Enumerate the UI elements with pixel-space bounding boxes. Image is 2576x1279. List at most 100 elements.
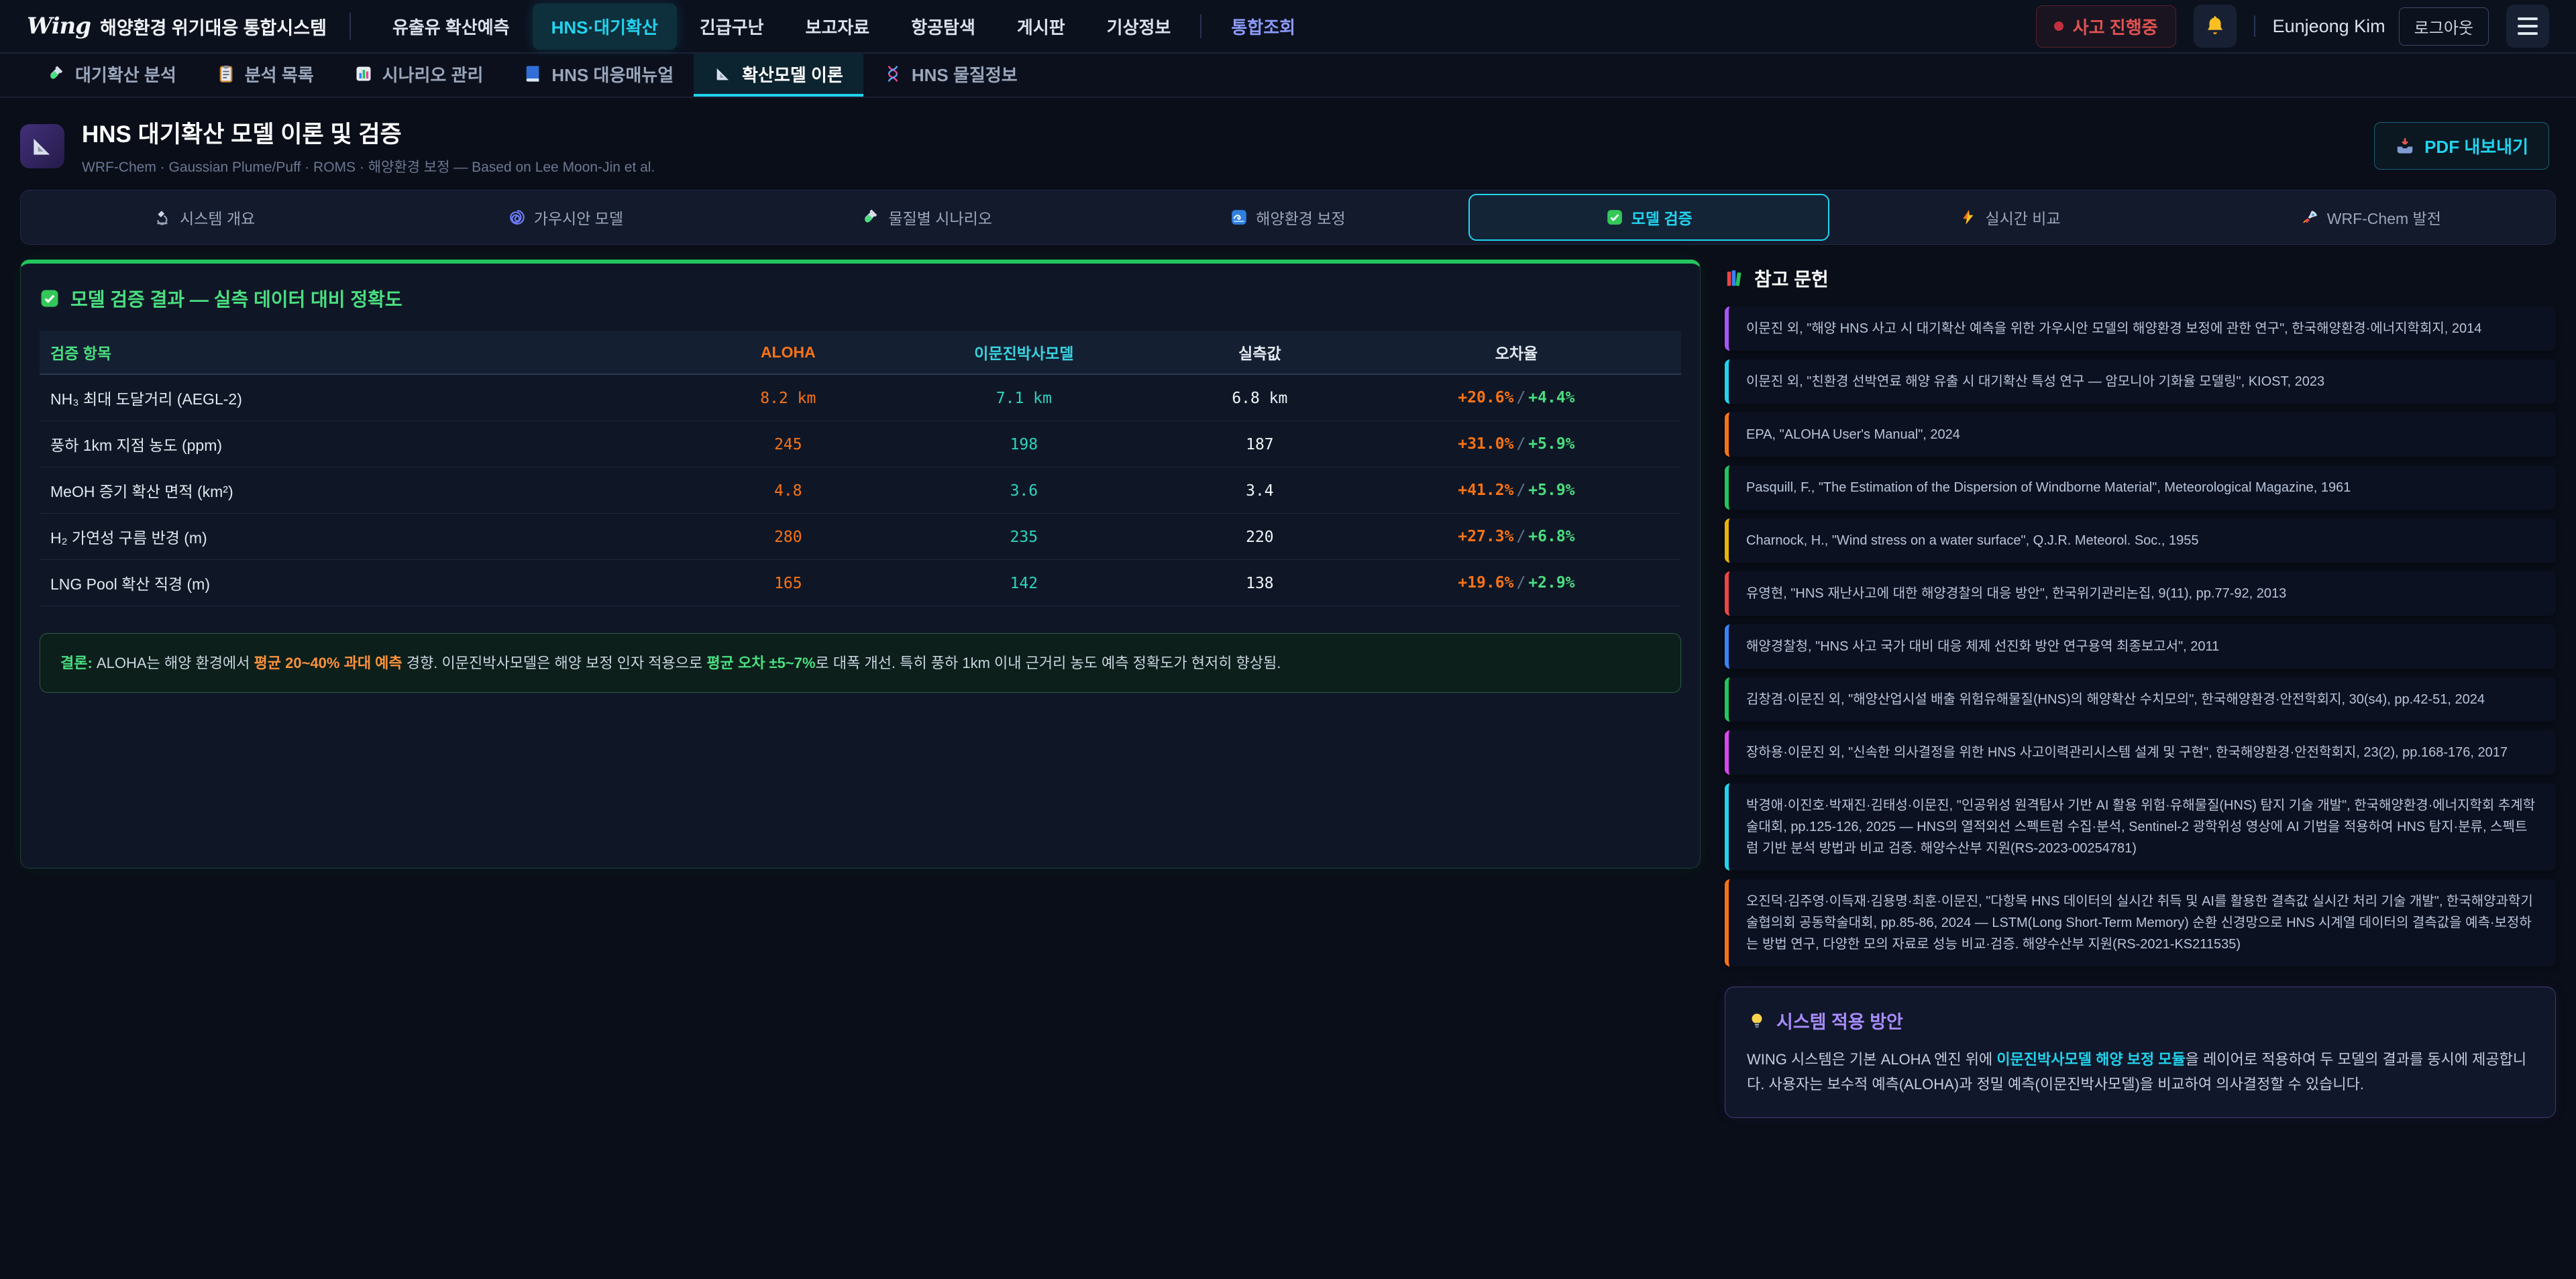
table-cell: 142 — [880, 560, 1168, 606]
reference-item: 이문진 외, "친환경 선박연료 해양 유출 시 대기확산 특성 연구 — 암모… — [1725, 359, 2556, 404]
table-cell: 3.4 — [1168, 467, 1352, 514]
error-rate-cell: +31.0%/+5.9% — [1352, 421, 1681, 467]
section-tab-label: 실시간 비교 — [1985, 206, 2060, 229]
table-row: NH₃ 최대 도달거리 (AEGL-2)8.2 km7.1 km6.8 km+2… — [40, 374, 1681, 421]
logo-wing-mark: Wing — [27, 13, 91, 40]
text-segment: 평균 20~40% 과대 예측 — [254, 655, 402, 671]
lightning-icon — [1960, 209, 1977, 226]
section-tab-label: 가우시안 모델 — [534, 206, 623, 229]
text-segment: 결론: — [60, 655, 93, 671]
books-icon — [1725, 268, 1745, 288]
table-cell: 138 — [1168, 560, 1352, 606]
main-content: 모델 검증 결과 — 실측 데이터 대비 정확도 검증 항목ALOHA이문진박사… — [0, 245, 2576, 1118]
subnav-item[interactable]: 분석 목록 — [197, 54, 334, 97]
text-segment: 평균 오차 ±5~7% — [706, 655, 815, 671]
section-tabstrip: 시스템 개요 가우시안 모델 물질별 시나리오 해양환경 보정 모델 검증 실시간 비교 W… — [20, 190, 2556, 245]
section-tab-label: WRF-Chem 발전 — [2327, 206, 2441, 229]
references-title: 참고 문헌 — [1725, 265, 2556, 292]
table-cell: 4.8 — [696, 467, 880, 514]
subnav-item-label: 대기확산 분석 — [75, 62, 176, 87]
error-rate-cell: +27.3%/+6.8% — [1352, 514, 1681, 560]
subnav-item-label: HNS 물질정보 — [912, 62, 1018, 87]
nav-item[interactable]: 항공탐색 — [892, 3, 994, 50]
microscope-icon — [154, 209, 172, 226]
error-rate-cell: +20.6%/+4.4% — [1352, 374, 1681, 421]
text-segment: WING 시스템은 기본 ALOHA 엔진 위에 — [1747, 1051, 1996, 1068]
section-tab[interactable]: 모델 검증 — [1468, 194, 1829, 241]
subnav-item-label: HNS 대응매뉴얼 — [551, 62, 674, 87]
system-application-body: WING 시스템은 기본 ALOHA 엔진 위에 이문진박사모델 해양 보정 모… — [1747, 1047, 2534, 1097]
system-application-title: 시스템 적용 방안 — [1747, 1007, 2534, 1034]
section-tab[interactable]: 가우시안 모델 — [385, 194, 746, 241]
error-rate-cell: +41.2%/+5.9% — [1352, 467, 1681, 514]
lightbulb-icon — [1747, 1011, 1767, 1031]
nav-item[interactable]: HNS·대기확산 — [533, 3, 677, 50]
text-segment: 경향. 이문진박사모델은 해양 보정 인자 적용으로 — [402, 655, 707, 671]
table-column-header: 오차율 — [1352, 331, 1681, 374]
table-row: MeOH 증기 확산 면적 (km²)4.83.63.4+41.2%/+5.9% — [40, 467, 1681, 514]
section-tab[interactable]: 시스템 개요 — [24, 194, 385, 241]
subnav-item[interactable]: HNS 대응매뉴얼 — [503, 54, 694, 97]
divider — [350, 13, 351, 40]
conclusion-note: 결론: ALOHA는 해양 환경에서 평균 20~40% 과대 예측 경향. 이… — [40, 633, 1681, 693]
chart-icon — [354, 64, 373, 83]
table-cell: 245 — [696, 421, 880, 467]
subnav-item[interactable]: 대기확산 분석 — [27, 54, 197, 97]
app-logo[interactable]: Wing 해양환경 위기대응 통합시스템 — [27, 13, 327, 40]
nav-item[interactable]: 보고자료 — [787, 3, 889, 50]
nav-item[interactable]: 유출유 확산예측 — [374, 3, 529, 50]
pdf-export-button[interactable]: PDF 내보내기 — [2374, 122, 2549, 170]
page-header: HNS 대기확산 모델 이론 및 검증 WRF-Chem · Gaussian … — [0, 98, 2576, 190]
top-navigation-bar: Wing 해양환경 위기대응 통합시스템 유출유 확산예측HNS·대기확산긴급구… — [0, 0, 2576, 54]
section-tab-label: 물질별 시나리오 — [888, 206, 992, 229]
incident-status-badge[interactable]: 사고 진행중 — [2036, 5, 2176, 48]
table-cell: LNG Pool 확산 직경 (m) — [40, 560, 696, 606]
table-cell: 280 — [696, 514, 880, 560]
subnav-item[interactable]: 확산모델 이론 — [694, 54, 863, 97]
reference-item: 해양경찰청, "HNS 사고 국가 대비 대응 체제 선진화 방안 연구용역 최… — [1725, 624, 2556, 669]
section-tab[interactable]: 해양환경 보정 — [1108, 194, 1468, 241]
reference-item: 장하용·이문진 외, "신속한 의사결정을 위한 HNS 사고이력관리시스템 설… — [1725, 730, 2556, 775]
nav-item[interactable]: 게시판 — [998, 3, 1084, 50]
logout-button[interactable]: 로그아웃 — [2399, 7, 2489, 46]
notifications-button[interactable] — [2194, 5, 2237, 48]
references-list: 이문진 외, "해양 HNS 사고 시 대기확산 예측을 위한 가우시안 모델의… — [1725, 307, 2556, 966]
references-panel: 참고 문헌 이문진 외, "해양 HNS 사고 시 대기확산 예측을 위한 가우… — [1725, 260, 2556, 1118]
text-segment: 이문진박사모델 해양 보정 모듈 — [1996, 1051, 2185, 1068]
table-cell: NH₃ 최대 도달거리 (AEGL-2) — [40, 374, 696, 421]
subnav-item-label: 확산모델 이론 — [742, 62, 843, 87]
subnav-item[interactable]: 시나리오 관리 — [334, 54, 504, 97]
clipboard-icon — [217, 64, 235, 83]
subnav-item-label: 분석 목록 — [245, 62, 314, 87]
book-icon — [523, 64, 542, 83]
table-cell: 6.8 km — [1168, 374, 1352, 421]
system-application-card: 시스템 적용 방안 WING 시스템은 기본 ALOHA 엔진 위에 이문진박사… — [1725, 987, 2556, 1118]
section-tab-label: 해양환경 보정 — [1256, 206, 1345, 229]
nav-item[interactable]: 긴급구난 — [681, 3, 783, 50]
nav-item[interactable]: 통합조회 — [1212, 3, 1314, 50]
hamburger-icon — [2518, 17, 2538, 35]
status-dot-icon — [2054, 21, 2063, 31]
section-tab-label: 시스템 개요 — [180, 206, 255, 229]
table-cell: H₂ 가연성 구름 반경 (m) — [40, 514, 696, 560]
reference-item: 이문진 외, "해양 HNS 사고 시 대기확산 예측을 위한 가우시안 모델의… — [1725, 307, 2556, 351]
table-cell: 165 — [696, 560, 880, 606]
section-tab[interactable]: 실시간 비교 — [1829, 194, 2190, 241]
check-icon — [40, 288, 60, 309]
nav-item[interactable]: 기상정보 — [1088, 3, 1190, 50]
page-subtitle: WRF-Chem · Gaussian Plume/Puff · ROMS · … — [82, 156, 655, 176]
flask-icon — [861, 208, 880, 227]
menu-button[interactable] — [2506, 5, 2549, 48]
page-icon — [20, 124, 64, 168]
rocket-icon — [2302, 209, 2319, 226]
check-icon — [1606, 209, 1623, 226]
secondary-nav: 대기확산 분석 분석 목록 시나리오 관리 HNS 대응매뉴얼 확산모델 이론 HNS 물… — [0, 54, 2576, 98]
subnav-item[interactable]: HNS 물질정보 — [863, 54, 1038, 97]
swirl-icon — [508, 209, 526, 226]
divider — [1200, 14, 1201, 38]
table-column-header: 검증 항목 — [40, 331, 696, 374]
section-tab[interactable]: 물질별 시나리오 — [747, 194, 1108, 241]
section-tab[interactable]: WRF-Chem 발전 — [2191, 194, 2552, 241]
table-cell: 235 — [880, 514, 1168, 560]
flask-icon — [47, 64, 66, 83]
